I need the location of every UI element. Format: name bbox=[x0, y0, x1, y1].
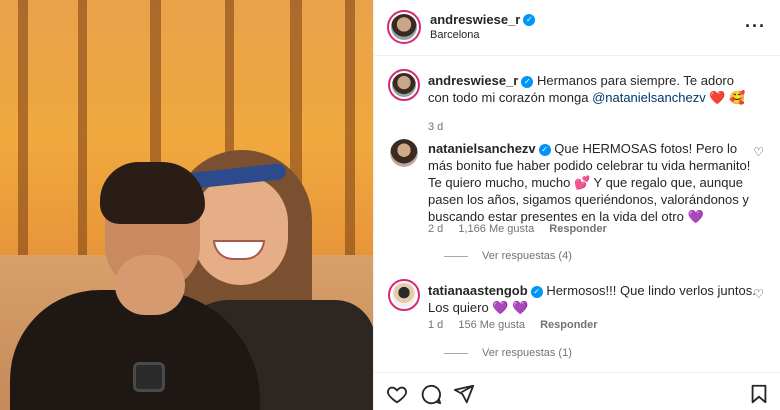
caption-time[interactable]: 3 d bbox=[428, 121, 443, 133]
comments-list: andreswiese_r ✓ Hermanos para siempre. Te… bbox=[374, 57, 780, 372]
watch bbox=[133, 362, 165, 392]
view-replies-label[interactable]: Ver respuestas (4) bbox=[482, 250, 572, 262]
author-avatar[interactable] bbox=[387, 10, 421, 44]
heart-icon[interactable] bbox=[386, 383, 408, 405]
verified-badge-icon: ✓ bbox=[530, 285, 543, 298]
caption-emoji: ❤️ 🥰 bbox=[709, 90, 746, 105]
caption-mention[interactable]: @natanielsanchezv bbox=[592, 90, 706, 105]
action-bar bbox=[374, 372, 780, 410]
share-icon[interactable] bbox=[453, 383, 475, 405]
comment-avatar[interactable] bbox=[388, 279, 420, 311]
post-location[interactable]: Barcelona bbox=[430, 29, 480, 41]
comment-like-heart-icon[interactable]: ♡ bbox=[753, 145, 764, 159]
comment-time[interactable]: 2 d bbox=[428, 223, 443, 235]
caption-username[interactable]: andreswiese_r bbox=[428, 73, 518, 88]
comment-likes[interactable]: 1,166 Me gusta bbox=[458, 223, 534, 235]
verified-badge-icon: ✓ bbox=[538, 143, 551, 156]
post-photo[interactable] bbox=[0, 0, 373, 410]
view-replies-button[interactable]: Ver respuestas (4) bbox=[444, 250, 572, 262]
caption-avatar[interactable] bbox=[388, 69, 420, 101]
verified-badge-icon: ✓ bbox=[523, 13, 536, 26]
hands bbox=[115, 255, 185, 315]
comment-text: natanielsanchezv ✓ Que HERMOSAS fotos! Pe… bbox=[428, 140, 758, 225]
bookmark-icon[interactable] bbox=[748, 383, 770, 405]
woman-face bbox=[193, 175, 288, 285]
verified-badge-icon: ✓ bbox=[521, 75, 534, 88]
replies-divider bbox=[444, 352, 468, 354]
comment-like-heart-icon[interactable]: ♡ bbox=[753, 287, 764, 301]
view-replies-label[interactable]: Ver respuestas (1) bbox=[482, 347, 572, 359]
comment-time[interactable]: 1 d bbox=[428, 319, 443, 331]
comment-username[interactable]: natanielsanchezv bbox=[428, 141, 536, 156]
comment-icon[interactable] bbox=[420, 383, 442, 405]
comment-text: tatianaastengob ✓ Hermosos!!! Que lindo v… bbox=[428, 282, 758, 316]
more-options-icon[interactable]: ··· bbox=[745, 16, 766, 37]
author-username[interactable]: andreswiese_r bbox=[430, 12, 520, 27]
reply-button[interactable]: Responder bbox=[549, 223, 606, 235]
comment-likes[interactable]: 156 Me gusta bbox=[458, 319, 525, 331]
reply-button[interactable]: Responder bbox=[540, 319, 597, 331]
caption-text: andreswiese_r ✓ Hermanos para siempre. Te… bbox=[428, 72, 758, 106]
comment-username[interactable]: tatianaastengob bbox=[428, 283, 528, 298]
caption-meta: 3 d bbox=[428, 121, 455, 133]
post-header: andreswiese_r ✓ Barcelona ··· bbox=[374, 0, 780, 56]
comment-meta: 2 d 1,166 Me gusta Responder bbox=[428, 223, 619, 235]
view-replies-button[interactable]: Ver respuestas (1) bbox=[444, 347, 572, 359]
replies-divider bbox=[444, 255, 468, 257]
post-panel: andreswiese_r ✓ Barcelona ··· andreswiese… bbox=[373, 0, 780, 410]
man-hair bbox=[100, 162, 205, 224]
comment-avatar[interactable] bbox=[390, 139, 418, 167]
comment-meta: 1 d 156 Me gusta Responder bbox=[428, 319, 610, 331]
